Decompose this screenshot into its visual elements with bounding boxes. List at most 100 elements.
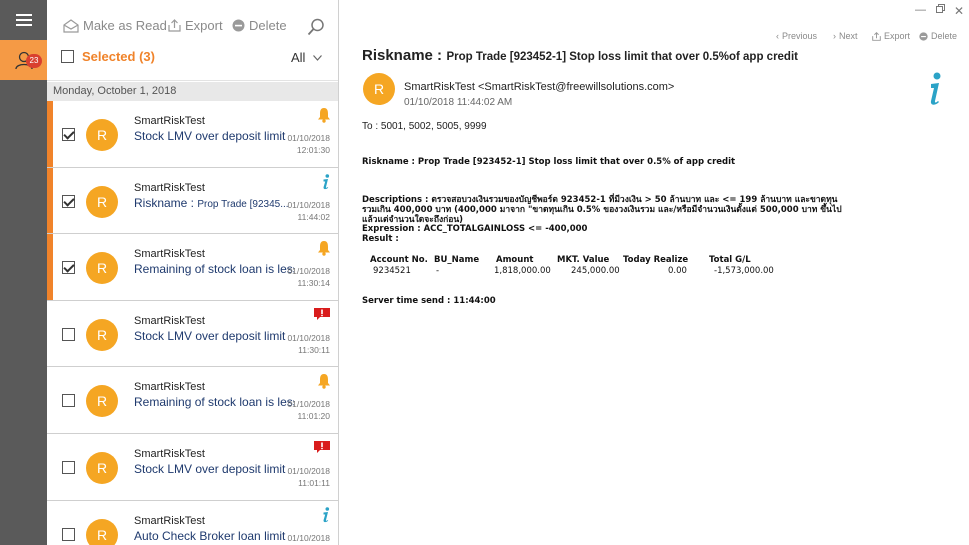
table-cell: - <box>436 266 440 276</box>
selected-stripe <box>47 101 53 167</box>
subject-prefix: Riskname : <box>134 195 198 210</box>
table-cell: -1,573,000.00 <box>714 266 774 276</box>
list-item[interactable]: R SmartRiskTest Stock LMV over deposit lim… <box>47 101 338 168</box>
item-subject: Stock LMV over deposit limit <box>134 129 294 143</box>
item-checkbox[interactable] <box>62 394 75 408</box>
info-icon <box>926 72 944 111</box>
hamburger-menu-button[interactable] <box>0 0 47 40</box>
sender-avatar: R <box>86 318 118 351</box>
message-list-pane: Make as Read Export Delete Selected (3) <box>47 0 339 545</box>
list-item[interactable]: R SmartRiskTest Remaining of stock loan is… <box>47 234 338 301</box>
left-rail: 23 <box>0 0 47 545</box>
item-subject: Remaining of stock loan is less <box>134 262 294 276</box>
item-sender: SmartRiskTest <box>134 181 205 194</box>
list-item[interactable]: R SmartRiskTest Stock LMV over deposit lim… <box>47 300 338 368</box>
sender-avatar: R <box>86 385 118 418</box>
sender-avatar: R <box>86 518 118 545</box>
item-checkbox[interactable] <box>62 128 75 141</box>
sender-address: SmartRiskTest <SmartRiskTest@freewillsol… <box>404 81 675 93</box>
close-button[interactable]: ✕ <box>954 4 964 18</box>
item-date: 01/10/2018 <box>287 399 330 410</box>
list-item[interactable]: R SmartRiskTest Remaining of stock loan is… <box>47 367 338 434</box>
list-toolbar: Make as Read Export Delete Selected (3) <box>47 0 338 81</box>
previous-label: Previous <box>782 31 818 41</box>
alert-icon <box>313 440 331 459</box>
subject-text: Stock LMV over deposit limit <box>134 461 286 476</box>
export-button[interactable]: Export <box>168 18 223 33</box>
make-as-read-label: Make as Read <box>83 18 167 33</box>
list-item[interactable]: R SmartRiskTest Stock LMV over deposit lim… <box>47 433 338 501</box>
table-header-cell: Today Realize <box>623 255 689 265</box>
item-date: 01/10/2018 <box>287 465 330 476</box>
item-checkbox[interactable] <box>62 527 75 541</box>
item-subject: Stock LMV over deposit limit <box>134 329 294 343</box>
item-subject: Remaining of stock loan is less <box>134 395 294 409</box>
body-description: Descriptions : ตรวจสอบวงเงินรวมของบัญชีพ… <box>362 195 842 225</box>
subject-text: Stock LMV over deposit limit <box>134 328 286 343</box>
subject-text: Stock LMV over deposit limit <box>134 129 286 143</box>
restore-button[interactable] <box>936 4 945 16</box>
export-label: Export <box>185 18 223 33</box>
select-all-checkbox[interactable] <box>61 50 74 63</box>
export-icon <box>168 19 181 32</box>
detail-delete-label: Delete <box>931 31 958 41</box>
sender-avatar: R <box>363 73 395 105</box>
table-header-cell: Account No. <box>370 255 428 265</box>
server-time: Server time send : 11:44:00 <box>362 296 496 306</box>
bell-icon <box>317 240 331 261</box>
item-checkbox[interactable] <box>62 194 75 208</box>
item-subject: Auto Check Broker loan limit <box>134 529 294 543</box>
hamburger-icon <box>15 14 32 26</box>
item-sender: SmartRiskTest <box>134 447 205 460</box>
selected-count-label: Selected (3) <box>82 49 155 64</box>
detail-export-button[interactable]: Export <box>872 31 910 41</box>
selected-stripe <box>47 167 53 234</box>
item-time: 11:30:14 <box>297 278 330 289</box>
detail-export-label: Export <box>884 31 911 41</box>
notification-badge: 23 <box>26 54 42 68</box>
subject-text: Remaining of stock loan is less <box>134 262 294 277</box>
message-list: R SmartRiskTest Stock LMV over deposit lim… <box>47 101 338 545</box>
make-as-read-button[interactable]: Make as Read <box>63 18 167 33</box>
bell-icon <box>317 373 331 394</box>
filter-dropdown[interactable]: All <box>291 50 323 65</box>
list-item[interactable]: R SmartRiskTest Auto Check Broker loan lim… <box>47 500 338 545</box>
list-item[interactable]: R SmartRiskTest Riskname : Prop Trade [923… <box>47 167 338 235</box>
item-date: 01/10/2018 <box>287 133 330 143</box>
body-expression: Expression : ACC_TOTALGAINLOSS <= -400,0… <box>362 224 588 234</box>
subject-text: Auto Check Broker loan limit <box>134 528 286 543</box>
sender-avatar: R <box>86 451 118 484</box>
info-icon <box>321 173 331 195</box>
title-value: Prop Trade [923452-1] Stop loss limit th… <box>446 51 799 63</box>
body-riskname: Riskname : Prop Trade [923452-1] Stop lo… <box>362 157 736 167</box>
bell-icon <box>317 107 331 128</box>
table-cell: 0.00 <box>668 266 687 276</box>
sender-avatar: R <box>86 185 118 218</box>
item-date: 01/10/2018 <box>287 266 330 277</box>
item-checkbox[interactable] <box>62 460 75 474</box>
table-cell: 9234521 <box>373 266 411 276</box>
selected-stripe <box>47 234 53 300</box>
select-all-row: Selected (3) <box>61 49 155 64</box>
item-time: 11:44:02 <box>297 211 330 222</box>
item-sender: SmartRiskTest <box>134 381 205 394</box>
detail-delete-button[interactable]: Delete <box>919 31 957 41</box>
delete-button[interactable]: Delete <box>232 18 287 33</box>
item-checkbox[interactable] <box>62 327 75 341</box>
envelope-open-icon <box>63 18 79 33</box>
search-button[interactable] <box>307 18 325 41</box>
item-time: 11:01:11 <box>298 477 330 488</box>
item-date: 01/10/2018 <box>287 199 330 210</box>
item-subject: Riskname : Prop Trade [92345... <box>134 196 294 210</box>
delete-label: Delete <box>249 18 287 33</box>
minimize-button[interactable]: — <box>915 4 926 16</box>
next-button[interactable]: › Next <box>833 31 858 41</box>
item-date: 01/10/2018 <box>287 532 330 543</box>
message-datetime: 01/10/2018 11:44:02 AM <box>404 97 513 108</box>
chevron-left-icon: ‹ <box>776 31 779 41</box>
item-checkbox[interactable] <box>62 261 75 275</box>
previous-button[interactable]: ‹ Previous <box>776 31 817 41</box>
item-time: 11:01:20 <box>297 411 330 422</box>
item-subject: Stock LMV over deposit limit <box>134 462 294 476</box>
info-icon <box>321 506 331 528</box>
